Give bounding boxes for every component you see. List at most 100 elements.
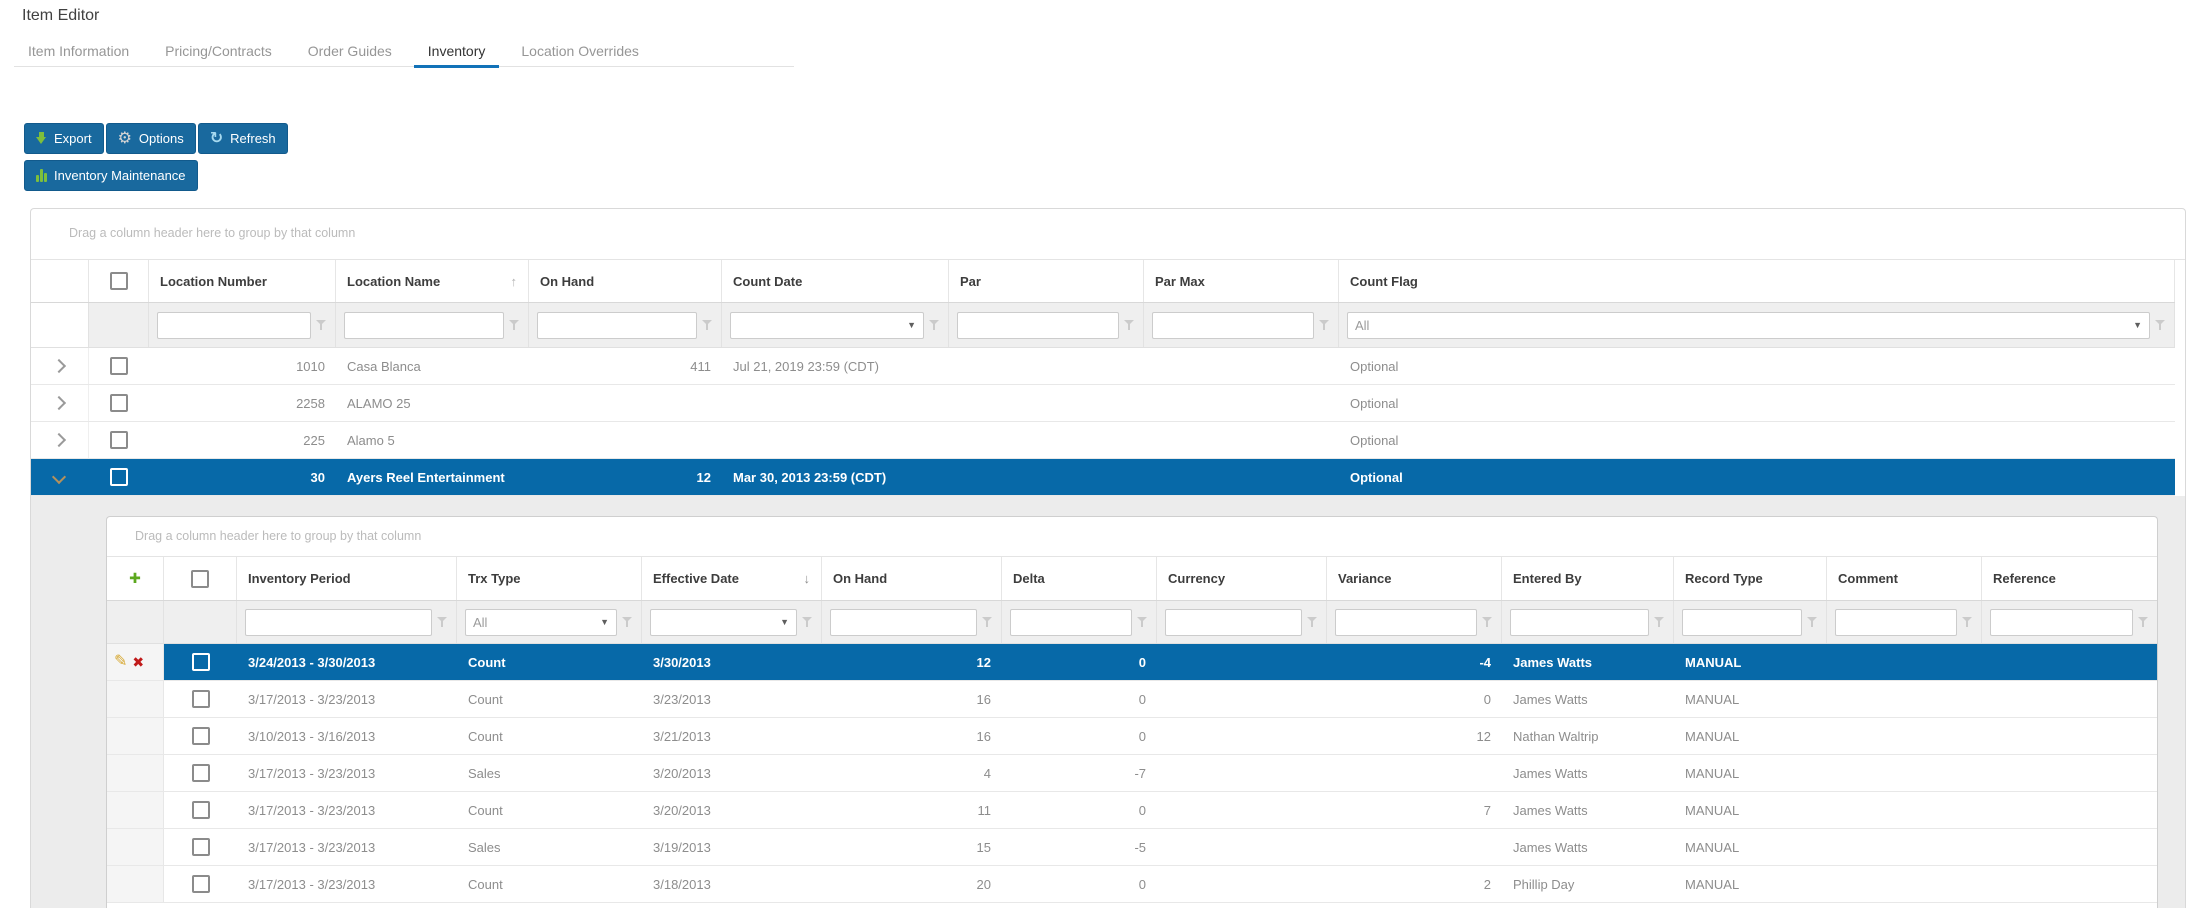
- row-checkbox[interactable]: [192, 875, 210, 893]
- filter-funnel-icon[interactable]: [702, 319, 713, 331]
- column-header-delta[interactable]: Delta: [1002, 557, 1157, 600]
- column-header-inventory_period[interactable]: Inventory Period: [237, 557, 457, 600]
- select-all-checkbox[interactable]: [110, 272, 128, 290]
- column-header-on_hand[interactable]: On Hand: [529, 260, 722, 302]
- filter-on-hand-input[interactable]: [830, 609, 977, 636]
- filter-funnel-icon[interactable]: [1307, 616, 1318, 628]
- expand-row-icon[interactable]: [52, 359, 66, 373]
- tab-pricing-contracts[interactable]: Pricing/Contracts: [151, 37, 286, 68]
- row-checkbox[interactable]: [192, 653, 210, 671]
- filter-input-par-max[interactable]: [1160, 313, 1306, 338]
- filter-funnel-icon[interactable]: [1319, 319, 1330, 331]
- tab-item-information[interactable]: Item Information: [14, 37, 143, 68]
- location-row[interactable]: 30Ayers Reel Entertainment12Mar 30, 2013…: [31, 459, 2175, 496]
- select-all-checkbox[interactable]: [191, 570, 209, 588]
- filter-funnel-icon[interactable]: [802, 616, 813, 628]
- transaction-row[interactable]: 3/17/2013 - 3/23/2013Sales3/20/20134-7Ja…: [107, 755, 2157, 792]
- filter-input-comment[interactable]: [1843, 610, 1949, 635]
- tab-order-guides[interactable]: Order Guides: [294, 37, 406, 68]
- filter-record-type-input[interactable]: [1682, 609, 1802, 636]
- filter-funnel-icon[interactable]: [1962, 616, 1973, 628]
- filter-count-flag-select[interactable]: All▼: [1347, 312, 2150, 339]
- transaction-row[interactable]: 3/17/2013 - 3/23/2013Sales3/19/201315-5J…: [107, 829, 2157, 866]
- transaction-row[interactable]: 3/10/2013 - 3/16/2013Count3/21/201316012…: [107, 718, 2157, 755]
- row-checkbox[interactable]: [192, 838, 210, 856]
- filter-funnel-icon[interactable]: [2155, 319, 2166, 331]
- edit-row-icon[interactable]: [114, 654, 127, 670]
- filter-trx-type-select[interactable]: All▼: [465, 609, 617, 636]
- filter-input-delta[interactable]: [1018, 610, 1124, 635]
- transaction-row[interactable]: 3/17/2013 - 3/23/2013Count3/23/20131600J…: [107, 681, 2157, 718]
- delete-row-icon[interactable]: [132, 655, 144, 670]
- filter-funnel-icon[interactable]: [316, 319, 327, 331]
- filter-comment-input[interactable]: [1835, 609, 1957, 636]
- filter-funnel-icon[interactable]: [1124, 319, 1135, 331]
- row-checkbox[interactable]: [110, 468, 128, 486]
- column-header-count_flag[interactable]: Count Flag: [1339, 260, 2175, 302]
- column-header-entered_by[interactable]: Entered By: [1502, 557, 1674, 600]
- inventory-maintenance-button[interactable]: Inventory Maintenance: [24, 160, 198, 191]
- filter-funnel-icon[interactable]: [622, 616, 633, 628]
- column-header-trx_type[interactable]: Trx Type: [457, 557, 642, 600]
- filter-inventory-period-input[interactable]: [245, 609, 432, 636]
- column-header-effective_date[interactable]: Effective Date: [642, 557, 822, 600]
- filter-input-variance[interactable]: [1343, 610, 1469, 635]
- filter-on-hand-input[interactable]: [537, 312, 697, 339]
- column-header-location_name[interactable]: Location Name: [336, 260, 529, 302]
- filter-currency-input[interactable]: [1165, 609, 1302, 636]
- filter-location-name-input[interactable]: [344, 312, 504, 339]
- filter-count-date-date-picker[interactable]: ▼: [730, 312, 924, 339]
- filter-funnel-icon[interactable]: [1807, 616, 1818, 628]
- location-row[interactable]: 1010Casa Blanca411Jul 21, 2019 23:59 (CD…: [31, 348, 2175, 385]
- filter-funnel-icon[interactable]: [437, 616, 448, 628]
- row-checkbox[interactable]: [192, 801, 210, 819]
- filter-funnel-icon[interactable]: [982, 616, 993, 628]
- column-header-reference[interactable]: Reference: [1982, 557, 2157, 600]
- filter-funnel-icon[interactable]: [1482, 616, 1493, 628]
- filter-par-input[interactable]: [957, 312, 1119, 339]
- column-header-record_type[interactable]: Record Type: [1674, 557, 1827, 600]
- filter-input-on-hand[interactable]: [545, 313, 689, 338]
- refresh-button[interactable]: Refresh: [198, 123, 288, 154]
- transaction-row[interactable]: 3/17/2013 - 3/23/2013Count3/18/20132002P…: [107, 866, 2157, 903]
- filter-funnel-icon[interactable]: [509, 319, 520, 331]
- filter-variance-input[interactable]: [1335, 609, 1477, 636]
- filter-par-max-input[interactable]: [1152, 312, 1314, 339]
- filter-input-entered-by[interactable]: [1518, 610, 1641, 635]
- filter-delta-input[interactable]: [1010, 609, 1132, 636]
- column-header-variance[interactable]: Variance: [1327, 557, 1502, 600]
- row-checkbox[interactable]: [110, 357, 128, 375]
- transaction-row[interactable]: 3/24/2013 - 3/30/2013Count3/30/2013120-4…: [107, 644, 2157, 681]
- collapse-row-icon[interactable]: [52, 470, 66, 484]
- filter-entered-by-input[interactable]: [1510, 609, 1649, 636]
- transaction-row[interactable]: 3/17/2013 - 3/23/2013Count3/20/20131107J…: [107, 792, 2157, 829]
- tab-location-overrides[interactable]: Location Overrides: [507, 37, 653, 68]
- filter-input-location-name[interactable]: [352, 313, 496, 338]
- filter-funnel-icon[interactable]: [2138, 616, 2149, 628]
- filter-effective-date-date-picker[interactable]: ▼: [650, 609, 797, 636]
- location-row[interactable]: 2258ALAMO 25Optional: [31, 385, 2175, 422]
- filter-input-record-type[interactable]: [1690, 610, 1794, 635]
- filter-reference-input[interactable]: [1990, 609, 2133, 636]
- tab-inventory[interactable]: Inventory: [414, 37, 500, 68]
- add-row-icon[interactable]: [129, 571, 141, 586]
- column-header-currency[interactable]: Currency: [1157, 557, 1327, 600]
- filter-input-par[interactable]: [965, 313, 1111, 338]
- column-header-on_hand[interactable]: On Hand: [822, 557, 1002, 600]
- row-checkbox[interactable]: [192, 727, 210, 745]
- column-header-comment[interactable]: Comment: [1827, 557, 1982, 600]
- expand-row-icon[interactable]: [52, 396, 66, 410]
- filter-input-currency[interactable]: [1173, 610, 1294, 635]
- location-row[interactable]: 225Alamo 5Optional: [31, 422, 2175, 459]
- options-button[interactable]: Options: [106, 123, 196, 154]
- row-checkbox[interactable]: [110, 431, 128, 449]
- filter-input-reference[interactable]: [1998, 610, 2125, 635]
- row-checkbox[interactable]: [192, 764, 210, 782]
- column-header-par_max[interactable]: Par Max: [1144, 260, 1339, 302]
- row-checkbox[interactable]: [110, 394, 128, 412]
- filter-input-location-number[interactable]: [165, 313, 303, 338]
- export-button[interactable]: Export: [24, 123, 104, 154]
- filter-funnel-icon[interactable]: [929, 319, 940, 331]
- column-header-location_number[interactable]: Location Number: [149, 260, 336, 302]
- filter-location-number-input[interactable]: [157, 312, 311, 339]
